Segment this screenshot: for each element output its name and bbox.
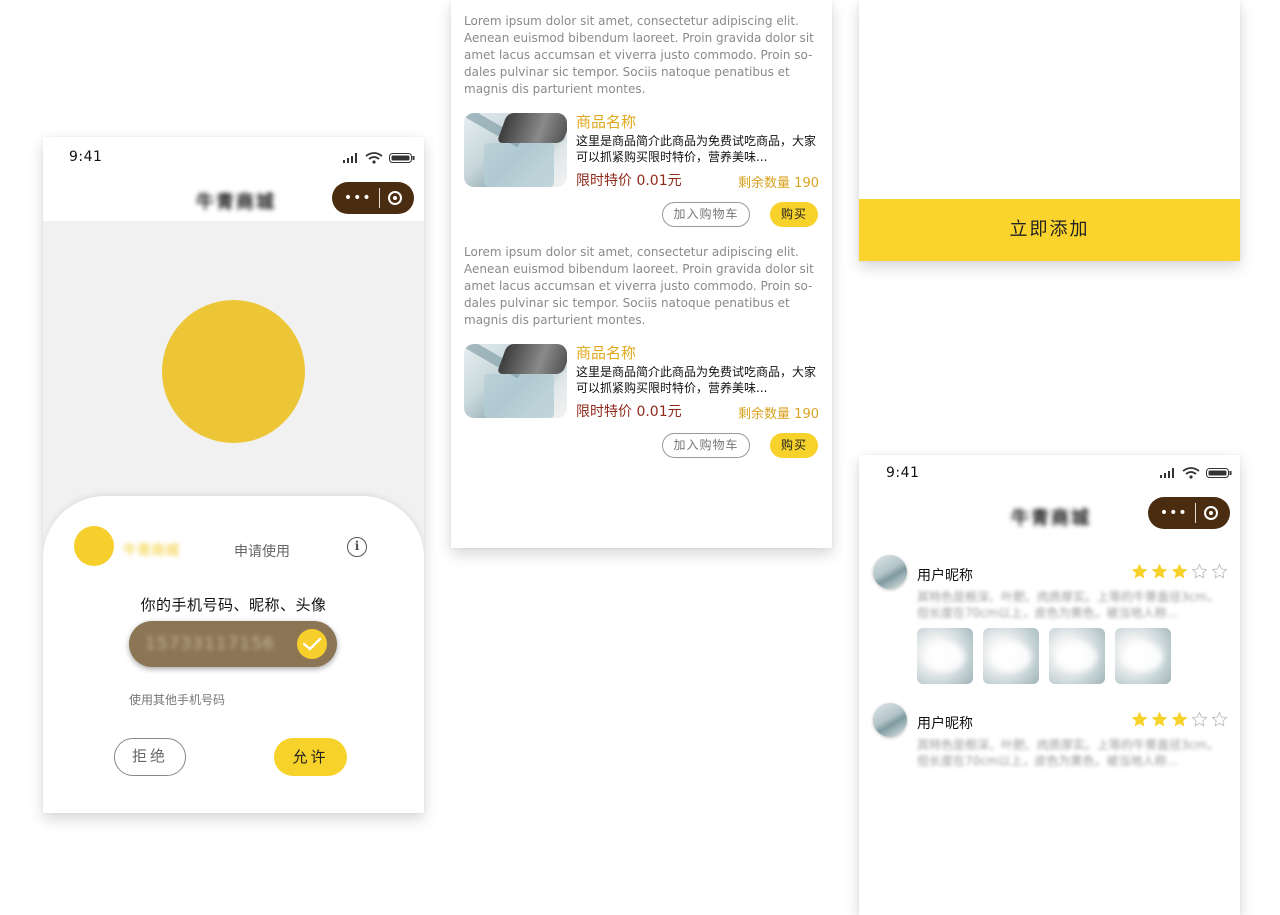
- star-filled-icon: [1152, 712, 1167, 727]
- intro-text: Lorem ipsum dolor sit amet, consectetur …: [464, 14, 814, 96]
- intro-text: Lorem ipsum dolor sit amet, consectetur …: [464, 245, 814, 327]
- avatar[interactable]: [873, 555, 907, 589]
- capsule-divider: [1195, 503, 1197, 523]
- review-username: 用户昵称: [917, 568, 973, 584]
- phone-number: 15733117156: [145, 634, 275, 654]
- reject-button[interactable]: 拒绝: [114, 738, 186, 776]
- product-card[interactable]: 商品名称 这里是商品简介此商品为免费试吃商品，大家可以抓紧购买限时特价，营养美味…: [464, 111, 819, 227]
- star-empty-icon: [1211, 563, 1228, 579]
- product-price: 限时特价 0.01元: [576, 404, 682, 420]
- auth-phone-screen: 9:41 牛青商城 ••• 牛青商城 申请使用 i 你的手机号码、昵称、头像 1…: [43, 137, 424, 813]
- wifi-icon: [1182, 467, 1200, 479]
- rating-stars: [1131, 711, 1228, 728]
- review-image[interactable]: [983, 628, 1039, 684]
- product-image[interactable]: [464, 113, 567, 187]
- more-icon[interactable]: •••: [1160, 506, 1188, 520]
- review-image[interactable]: [917, 628, 973, 684]
- more-icon[interactable]: •••: [344, 191, 372, 205]
- wifi-icon: [365, 152, 383, 164]
- status-bar: 9:41: [43, 137, 424, 177]
- buy-button[interactable]: 购买: [770, 202, 818, 227]
- review-item: 用户昵称 其特色是根深、叶肥、肉质厚实。上等的牛蒡直径3cm，但长度在70cm以…: [873, 555, 1228, 685]
- product-name[interactable]: 商品名称: [576, 342, 636, 363]
- placeholder-circle: [162, 300, 305, 443]
- add-now-button[interactable]: 立即添加: [859, 199, 1240, 261]
- close-target-icon[interactable]: [1204, 506, 1219, 520]
- capsule-divider: [379, 188, 381, 208]
- star-filled-icon: [1132, 712, 1147, 727]
- allow-button[interactable]: 允许: [274, 738, 347, 776]
- product-description: 这里是商品简介此商品为免费试吃商品，大家可以抓紧购买限时特价，营养美味...: [576, 134, 817, 164]
- app-name: 牛青商城: [123, 543, 179, 559]
- star-filled-icon: [1132, 564, 1147, 579]
- phone-number-option[interactable]: 15733117156: [129, 621, 337, 667]
- miniapp-capsule[interactable]: •••: [1148, 497, 1230, 529]
- product-card[interactable]: 商品名称 这里是商品简介此商品为免费试吃商品，大家可以抓紧购买限时特价，营养美味…: [464, 342, 819, 458]
- add-to-cart-button[interactable]: 加入购物车: [662, 433, 750, 458]
- status-icons: [343, 152, 415, 164]
- product-price: 限时特价 0.01元: [576, 173, 682, 189]
- review-text: 其特色是根深、叶肥、肉质厚实。上等的牛蒡直径3cm，但长度在70cm以上，皮色为…: [917, 590, 1219, 620]
- product-stock: 剩余数量 190: [738, 176, 819, 191]
- check-icon: [297, 629, 327, 659]
- signal-icon: [1160, 468, 1174, 478]
- star-empty-icon: [1211, 711, 1228, 727]
- info-icon[interactable]: i: [347, 537, 367, 557]
- review-images: [917, 628, 1171, 684]
- star-empty-icon: [1191, 563, 1208, 579]
- reviews-screen: 9:41 牛青商城 ••• 用户昵称 其特色是根深、叶肥、肉质厚实。上等的牛蒡直…: [859, 455, 1240, 915]
- product-stock: 剩余数量 190: [738, 407, 819, 422]
- rating-stars: [1131, 563, 1228, 580]
- request-label: 申请使用: [234, 544, 290, 560]
- signal-icon: [343, 153, 357, 163]
- product-name[interactable]: 商品名称: [576, 111, 636, 132]
- star-filled-icon: [1172, 712, 1187, 727]
- avatar[interactable]: [873, 703, 907, 737]
- review-item: 用户昵称 其特色是根深、叶肥、肉质厚实。上等的牛蒡直径3cm，但长度在70cm以…: [873, 703, 1228, 773]
- status-icons: [1160, 467, 1232, 479]
- add-panel: 立即添加: [859, 0, 1240, 261]
- battery-icon: [1206, 468, 1232, 478]
- nav-title: 牛青商城: [196, 192, 276, 213]
- nav-title: 牛青商城: [1011, 508, 1091, 529]
- product-description: 这里是商品简介此商品为免费试吃商品，大家可以抓紧购买限时特价，营养美味...: [576, 365, 817, 395]
- app-logo: [74, 526, 114, 566]
- add-to-cart-button[interactable]: 加入购物车: [662, 202, 750, 227]
- review-image[interactable]: [1115, 628, 1171, 684]
- battery-icon: [389, 153, 415, 163]
- star-empty-icon: [1191, 711, 1208, 727]
- review-text: 其特色是根深、叶肥、肉质厚实。上等的牛蒡直径3cm，但长度在70cm以上，皮色为…: [917, 738, 1219, 768]
- status-time: 9:41: [69, 149, 103, 165]
- other-phone-link[interactable]: 使用其他手机号码: [129, 691, 225, 708]
- auth-sheet: 牛青商城 申请使用 i 你的手机号码、昵称、头像 15733117156 使用其…: [43, 496, 424, 813]
- status-time: 9:41: [886, 465, 920, 481]
- permission-question: 你的手机号码、昵称、头像: [140, 596, 327, 614]
- star-filled-icon: [1172, 564, 1187, 579]
- product-image[interactable]: [464, 344, 567, 418]
- product-list-screen: Lorem ipsum dolor sit amet, consectetur …: [451, 0, 832, 548]
- review-image[interactable]: [1049, 628, 1105, 684]
- miniapp-capsule[interactable]: •••: [332, 182, 414, 214]
- star-filled-icon: [1152, 564, 1167, 579]
- close-target-icon[interactable]: [388, 191, 403, 205]
- status-bar: 9:41: [859, 455, 1240, 495]
- review-username: 用户昵称: [917, 716, 973, 732]
- buy-button[interactable]: 购买: [770, 433, 818, 458]
